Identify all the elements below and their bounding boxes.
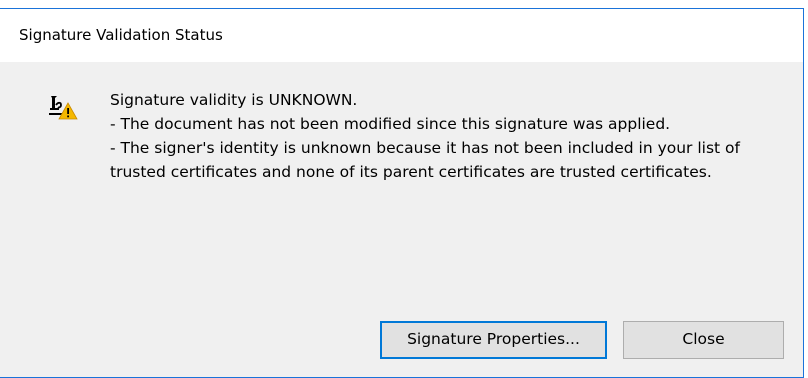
- signature-validation-dialog: Signature Validation Status Signature va…: [0, 8, 804, 378]
- signature-warning-icon: [49, 96, 78, 120]
- validation-message: Signature validity is UNKNOWN. - The doc…: [110, 88, 790, 184]
- message-line-modification: - The document has not been modified sin…: [110, 115, 671, 133]
- message-line-identity: - The signer's identity is unknown becau…: [110, 139, 740, 157]
- message-line-status: Signature validity is UNKNOWN.: [110, 91, 358, 109]
- signature-properties-button[interactable]: Signature Properties...: [380, 321, 607, 359]
- message-line-certificates: trusted certificates and none of its par…: [110, 163, 712, 181]
- dialog-title: Signature Validation Status: [19, 26, 223, 44]
- dialog-titlebar[interactable]: Signature Validation Status: [0, 9, 803, 62]
- top-strip: [0, 0, 808, 8]
- close-button[interactable]: Close: [623, 321, 784, 359]
- screen: Signature Validation Status Signature va…: [0, 0, 808, 378]
